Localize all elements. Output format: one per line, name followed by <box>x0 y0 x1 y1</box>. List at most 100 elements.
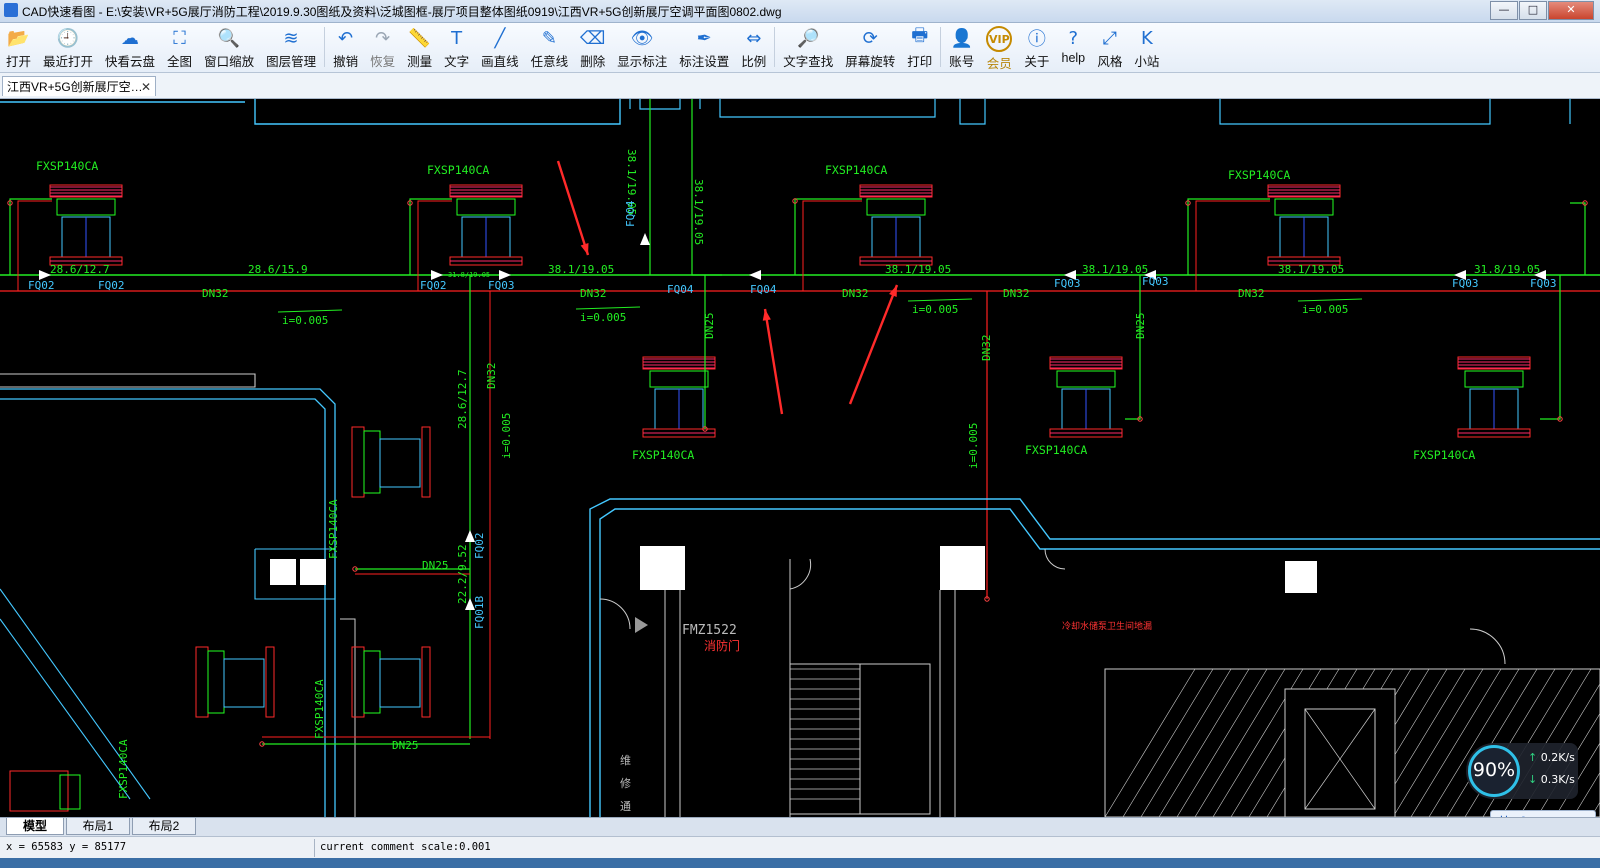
print-button[interactable]: 🖶 打印 <box>901 23 938 72</box>
tab-model[interactable]: 模型 <box>6 818 64 835</box>
branch-pipe <box>1540 275 1561 420</box>
info-icon: ⓘ <box>1027 29 1046 50</box>
cloud-button[interactable]: ☁ 快看云盘 <box>99 23 161 72</box>
measure-button[interactable]: 📏 测量 <box>401 23 438 72</box>
measure-label: 测量 <box>407 55 433 69</box>
style-icon: ⤢ <box>1102 27 1118 49</box>
hatch-line <box>1122 668 1214 817</box>
annotation-arrowhead <box>580 243 589 255</box>
tab-layout-2[interactable]: 布局2 <box>132 818 196 835</box>
column <box>1285 561 1317 593</box>
fitting-label: FQ03 <box>1142 275 1169 288</box>
unit-header <box>195 646 209 718</box>
unit-label: FXSP140CA <box>427 163 489 177</box>
scale-button[interactable]: ⇔ 比例 <box>735 23 772 72</box>
eye-icon: 👁 <box>630 27 654 49</box>
layers-button[interactable]: ≋ 图层管理 <box>260 23 322 72</box>
erase-button[interactable]: ⌫ 删除 <box>574 23 611 72</box>
side-note: 通 <box>620 800 631 813</box>
window-controls: — □ ✕ <box>1489 1 1594 20</box>
undo-button[interactable]: ↶ 撤销 <box>327 23 364 72</box>
zoomwin-button[interactable]: 🔍 窗口缩放 <box>198 23 260 72</box>
slope-label: i=0.005 <box>580 311 626 324</box>
door-note: 消防门 <box>704 638 740 653</box>
freeline-label: 任意线 <box>530 55 569 69</box>
network-speed-widget[interactable]: 90% ↑ 0.2K/s ↓ 0.3K/s <box>1466 743 1578 799</box>
slope-marker <box>1297 298 1363 302</box>
door-label: FMZ1522 <box>682 623 737 638</box>
site-label: 小站 <box>1134 55 1160 69</box>
fullview-button[interactable]: ⛶ 全图 <box>161 23 198 72</box>
document-tab[interactable]: 江西VR+5G创新展厅空… ✕ <box>2 76 156 96</box>
vertical-label: FQ04 <box>624 200 637 227</box>
rotate-button[interactable]: ⟳ 屏幕旋转 <box>839 23 901 72</box>
site-button[interactable]: K 小站 <box>1128 23 1165 72</box>
slope-marker <box>907 298 973 302</box>
branch-pipe-red <box>1195 200 1270 291</box>
drawing-canvas[interactable]: FXSP140CA FXSP140CA FXSP140CA FXSP140CA FXSP… <box>0 99 1600 817</box>
flow-arrow <box>749 270 761 280</box>
pipe-dn-label: DN32 <box>1003 287 1030 300</box>
vip-label: 会员 <box>986 57 1012 71</box>
line-button[interactable]: ╱ 画直线 <box>475 23 525 72</box>
fitting-label: FQ03 <box>1452 277 1479 290</box>
minimize-button[interactable]: — <box>1490 1 1518 20</box>
unit-coil <box>1274 198 1334 216</box>
annotation-arrow <box>848 284 899 405</box>
open-button[interactable]: 📂 打开 <box>0 23 37 72</box>
unit-label: FXSP140CA <box>36 159 98 173</box>
unit-body <box>379 438 421 488</box>
wall-line <box>719 99 936 118</box>
door-swing <box>599 598 631 630</box>
fitting-label: FQ03 <box>1054 277 1081 290</box>
vertical-label: i=0.005 <box>500 413 513 459</box>
annotation-arrowhead <box>762 309 771 321</box>
tab-close-icon[interactable]: ✕ <box>141 77 151 96</box>
freeline-button[interactable]: ✎ 任意线 <box>525 23 575 72</box>
wall <box>589 498 1600 817</box>
help-button[interactable]: ? help <box>1055 23 1091 72</box>
help-icon: ? <box>1068 27 1079 49</box>
text-button[interactable]: T 文字 <box>438 23 475 72</box>
column <box>940 546 985 590</box>
redo-button[interactable]: ↷ 恢复 <box>364 23 401 72</box>
fullview-label: 全图 <box>167 55 193 69</box>
door-swing <box>1469 628 1506 665</box>
side-note: 修 <box>620 776 631 790</box>
branch-pipe <box>9 198 52 275</box>
unit-label: FXSP140CA <box>1413 448 1475 462</box>
line-label: 画直线 <box>481 55 519 69</box>
redo-label: 恢复 <box>370 55 396 69</box>
hatch-line <box>1392 668 1484 817</box>
fitting-label: FQ04 <box>750 283 777 296</box>
findtext-button[interactable]: 🔎 文字查找 <box>777 23 839 72</box>
branch-pipe <box>1187 198 1270 275</box>
wall-line <box>1219 99 1491 125</box>
marksettings-button[interactable]: ✒ 标注设置 <box>673 23 735 72</box>
about-button[interactable]: ⓘ 关于 <box>1018 23 1055 72</box>
annotation-arrow <box>763 308 784 415</box>
hatch-line <box>1140 668 1232 817</box>
recent-button[interactable]: 🕘 最近打开 <box>37 23 99 72</box>
close-button[interactable]: ✕ <box>1548 1 1594 20</box>
vertical-label: 28.6/12.7 <box>456 369 469 429</box>
showmarks-label: 显示标注 <box>617 55 668 69</box>
fullview-icon: ⛶ <box>173 27 186 49</box>
unit-coil <box>363 430 381 494</box>
style-button[interactable]: ⤢ 风格 <box>1091 23 1128 72</box>
tab-layout-1[interactable]: 布局1 <box>66 818 130 835</box>
vertical-label: 22.2/9.52 <box>456 544 469 604</box>
showmarks-button[interactable]: 👁 显示标注 <box>611 23 673 72</box>
maximize-button[interactable]: □ <box>1519 1 1547 20</box>
title-bar: CAD快速看图 - E:\安装\VR+5G展厅消防工程\2019.9.30图纸及… <box>0 0 1600 23</box>
marksettings-label: 标注设置 <box>679 55 730 69</box>
vertical-label: FQ01B <box>473 596 486 629</box>
hatch-line <box>1194 668 1286 817</box>
vertical-label: FQ02 <box>473 533 486 560</box>
vip-button[interactable]: VIP 会员 <box>980 23 1018 72</box>
fitting-label: FQ04 <box>667 283 694 296</box>
vertical-label: DN25 <box>703 313 716 340</box>
unit-label: FXSP140CA <box>1025 443 1087 457</box>
wall <box>0 388 336 817</box>
account-button[interactable]: 👤 账号 <box>943 23 980 72</box>
